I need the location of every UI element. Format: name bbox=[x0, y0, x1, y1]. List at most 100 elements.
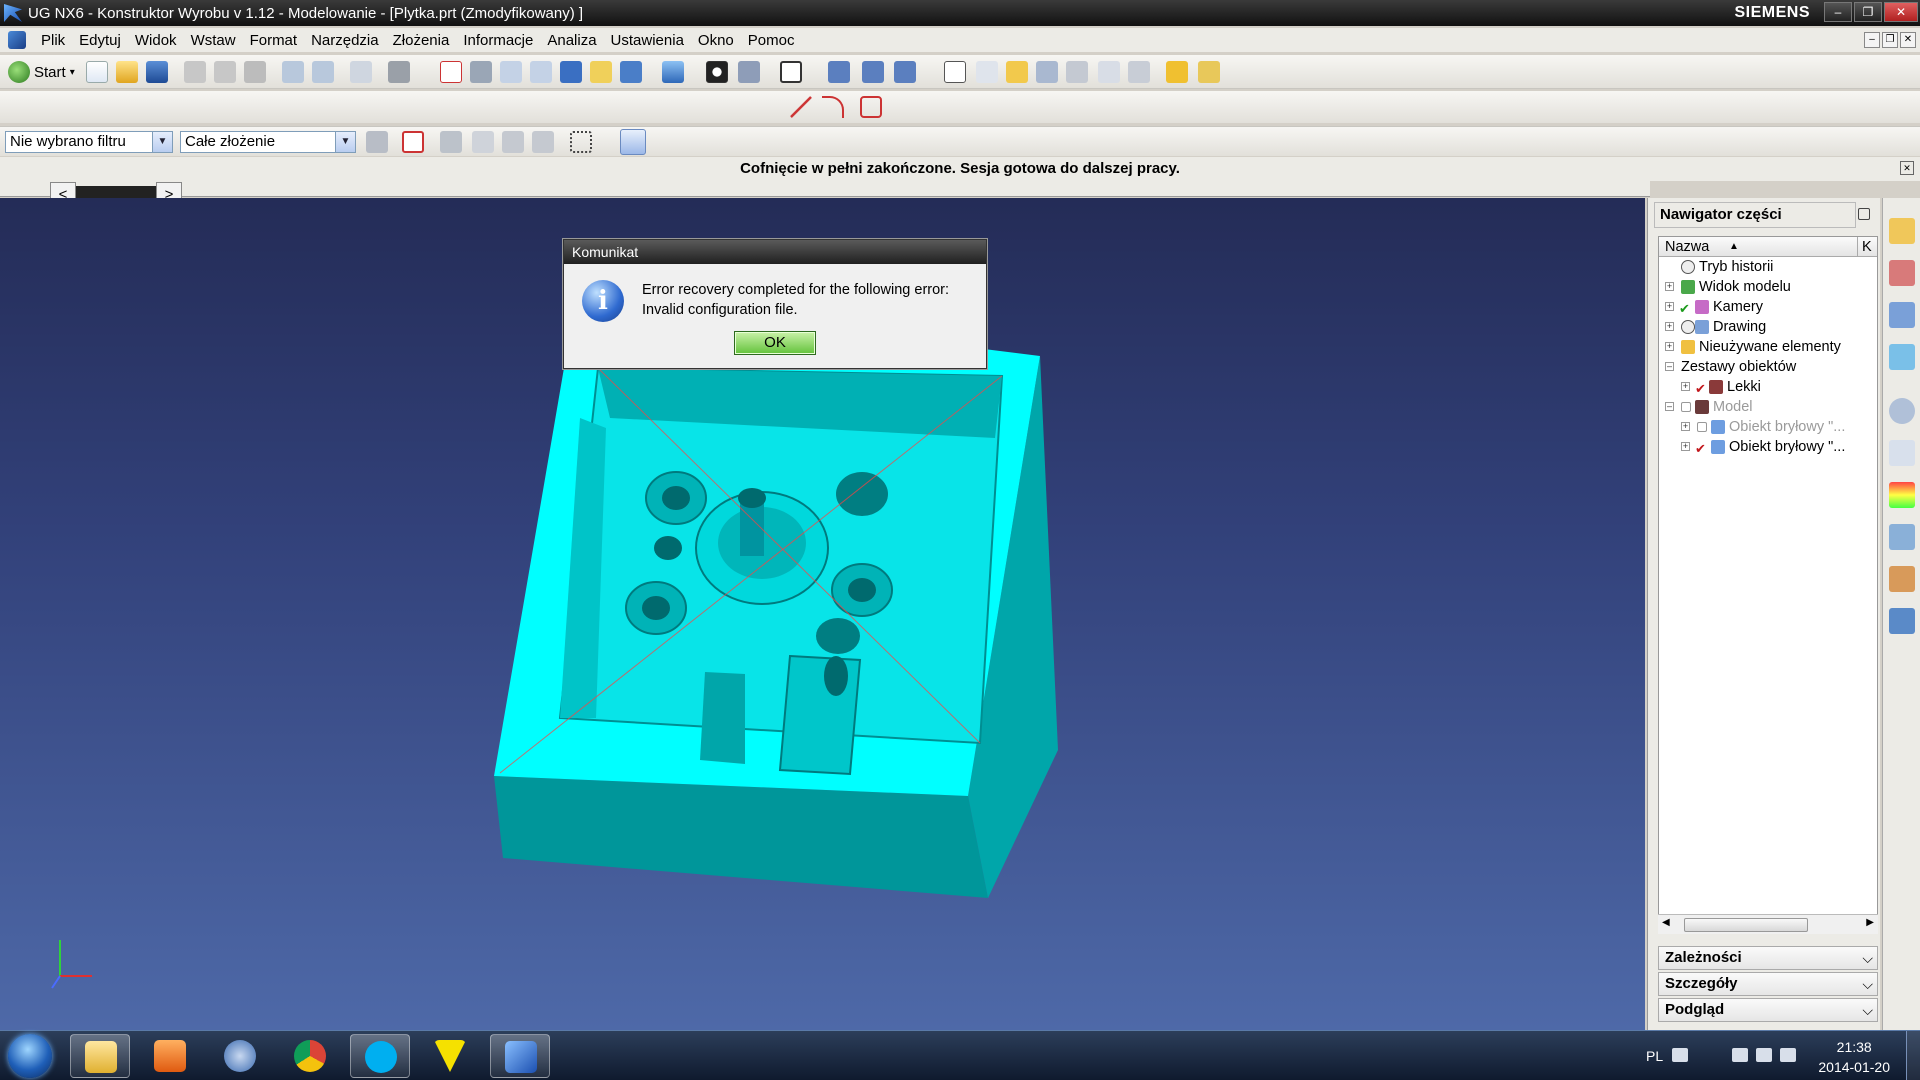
perspective-icon[interactable] bbox=[620, 61, 642, 83]
expand-icon[interactable]: + bbox=[1665, 282, 1674, 291]
chevron-down-icon[interactable]: ▼ bbox=[152, 132, 172, 152]
constraint-navigator-icon[interactable] bbox=[1889, 260, 1915, 286]
menu-ustawienia[interactable]: Ustawienia bbox=[604, 32, 691, 49]
datum-plane-icon[interactable] bbox=[976, 61, 998, 83]
document-menu-icon[interactable] bbox=[8, 31, 26, 49]
snap-point-toggle-icon[interactable] bbox=[402, 131, 424, 153]
action-center-flag-icon[interactable] bbox=[1732, 1048, 1748, 1062]
menu-plik[interactable]: Plik bbox=[34, 32, 72, 49]
point-icon[interactable] bbox=[1066, 61, 1088, 83]
menu-narzedzia[interactable]: Narzędzia bbox=[304, 32, 386, 49]
zoom-in-out-icon[interactable] bbox=[530, 61, 552, 83]
taskbar-skype[interactable] bbox=[350, 1034, 410, 1078]
chevron-down-icon[interactable]: ⌵ bbox=[1862, 947, 1873, 969]
tree-item-unused-items[interactable]: + Nieużywane elementy bbox=[1659, 337, 1877, 357]
chevron-down-icon[interactable]: ⌵ bbox=[1862, 973, 1873, 995]
shaded-edges-icon[interactable] bbox=[738, 61, 760, 83]
clock[interactable]: 21:38 2014-01-20 bbox=[1818, 1037, 1890, 1077]
hole-icon[interactable] bbox=[894, 61, 916, 83]
tree-item-cameras[interactable]: + ✔ Kamery bbox=[1659, 297, 1877, 317]
expand-icon[interactable]: + bbox=[1665, 302, 1674, 311]
scroll-thumb[interactable] bbox=[1684, 918, 1808, 932]
details-panel[interactable]: Szczegóły ⌵ bbox=[1658, 972, 1878, 996]
pin-icon[interactable] bbox=[1858, 208, 1870, 220]
expand-icon[interactable]: + bbox=[1665, 342, 1674, 351]
unchecked-box-icon[interactable] bbox=[1697, 422, 1707, 432]
doc-close-button[interactable]: ✕ bbox=[1900, 32, 1916, 48]
taskbar-chrome[interactable] bbox=[280, 1034, 340, 1078]
tree-item-model[interactable]: – Model bbox=[1659, 397, 1877, 417]
select-body-icon[interactable] bbox=[620, 129, 646, 155]
measure-distance-icon[interactable] bbox=[1166, 61, 1188, 83]
process-studio-icon[interactable] bbox=[1889, 524, 1915, 550]
menu-widok[interactable]: Widok bbox=[128, 32, 184, 49]
snap-point-icon[interactable] bbox=[1098, 61, 1120, 83]
taskbar-nx[interactable] bbox=[490, 1034, 550, 1078]
status-close-icon[interactable]: ✕ bbox=[1900, 161, 1914, 175]
expand-icon[interactable]: + bbox=[1681, 382, 1690, 391]
assembly-navigator-icon[interactable] bbox=[1889, 218, 1915, 244]
expand-icon[interactable]: + bbox=[1681, 442, 1690, 451]
reuse-library-icon[interactable] bbox=[1889, 344, 1915, 370]
revolve-icon[interactable] bbox=[862, 61, 884, 83]
sketch-icon[interactable] bbox=[944, 61, 966, 83]
collapse-icon[interactable]: – bbox=[1665, 362, 1674, 371]
taskbar-media-player[interactable] bbox=[140, 1034, 200, 1078]
history-icon[interactable] bbox=[1889, 398, 1915, 424]
selection-scope-dropdown[interactable]: Całe złożenie ▼ bbox=[180, 131, 356, 153]
ok-button[interactable]: OK bbox=[734, 331, 816, 355]
extrude-icon[interactable] bbox=[828, 61, 850, 83]
web-browser-icon[interactable] bbox=[1889, 608, 1915, 634]
pan-icon[interactable] bbox=[590, 61, 612, 83]
navigator-horizontal-scrollbar[interactable]: ◀ ▶ bbox=[1658, 914, 1878, 934]
copy-icon[interactable] bbox=[214, 61, 236, 83]
type-filter-dropdown[interactable]: Nie wybrano filtru ▼ bbox=[5, 131, 173, 153]
fit-view-icon[interactable] bbox=[440, 61, 462, 83]
tree-item-history-mode[interactable]: Tryb historii bbox=[1659, 257, 1877, 277]
tree-item-solid-body-1[interactable]: + Obiekt bryłowy "... bbox=[1659, 417, 1877, 437]
part-navigator-icon[interactable] bbox=[1889, 302, 1915, 328]
rectangle-select-icon[interactable] bbox=[570, 131, 592, 153]
minimize-button[interactable]: – bbox=[1824, 2, 1852, 22]
select-feature-icon[interactable] bbox=[472, 131, 494, 153]
menu-format[interactable]: Format bbox=[243, 32, 305, 49]
menu-zlozenia[interactable]: Złożenia bbox=[386, 32, 457, 49]
zoom-icon[interactable] bbox=[500, 61, 522, 83]
dependencies-panel[interactable]: Zależności ⌵ bbox=[1658, 946, 1878, 970]
doc-restore-button[interactable]: ❐ bbox=[1882, 32, 1898, 48]
line-icon[interactable] bbox=[790, 96, 812, 118]
network-icon[interactable] bbox=[1756, 1048, 1772, 1062]
measure-angle-icon[interactable] bbox=[1198, 61, 1220, 83]
save-icon[interactable] bbox=[146, 61, 168, 83]
zoom-area-icon[interactable] bbox=[470, 61, 492, 83]
background-icon[interactable] bbox=[780, 61, 802, 83]
cut-icon[interactable] bbox=[184, 61, 206, 83]
select-face-icon[interactable] bbox=[502, 131, 524, 153]
tree-item-lightweight[interactable]: + ✔ Lekki bbox=[1659, 377, 1877, 397]
arc-icon[interactable] bbox=[822, 96, 844, 118]
tree-item-reference-sets[interactable]: – Zestawy obiektów bbox=[1659, 357, 1877, 377]
rotate-icon[interactable] bbox=[560, 61, 582, 83]
menu-edytuj[interactable]: Edytuj bbox=[72, 32, 128, 49]
tree-item-model-views[interactable]: + Widok modelu bbox=[1659, 277, 1877, 297]
undo-selection-icon[interactable] bbox=[440, 131, 462, 153]
menu-informacje[interactable]: Informacje bbox=[456, 32, 540, 49]
view-orientation-icon[interactable] bbox=[662, 61, 684, 83]
tree-item-solid-body-2[interactable]: + ✔ Obiekt bryłowy "... bbox=[1659, 437, 1877, 457]
system-materials-icon[interactable] bbox=[1889, 440, 1915, 466]
tree-item-drawing[interactable]: + Drawing bbox=[1659, 317, 1877, 337]
restore-button[interactable]: ❐ bbox=[1854, 2, 1882, 22]
chevron-down-icon[interactable]: ⌵ bbox=[1862, 999, 1873, 1021]
check-icon[interactable]: ✔ bbox=[1695, 439, 1706, 459]
language-indicator[interactable]: PL bbox=[1646, 1048, 1663, 1064]
taskbar-thunderbird[interactable] bbox=[210, 1034, 270, 1078]
scroll-left-icon[interactable]: ◀ bbox=[1662, 917, 1670, 928]
collapse-icon[interactable]: – bbox=[1665, 402, 1674, 411]
start-button[interactable]: Start ▾ bbox=[8, 61, 75, 83]
check-icon[interactable]: ✔ bbox=[1679, 299, 1690, 319]
doc-minimize-button[interactable]: – bbox=[1864, 32, 1880, 48]
paste-icon[interactable] bbox=[244, 61, 266, 83]
chevron-down-icon[interactable]: ▼ bbox=[335, 132, 355, 152]
datum-axis-icon[interactable] bbox=[1006, 61, 1028, 83]
menu-wstaw[interactable]: Wstaw bbox=[184, 32, 243, 49]
